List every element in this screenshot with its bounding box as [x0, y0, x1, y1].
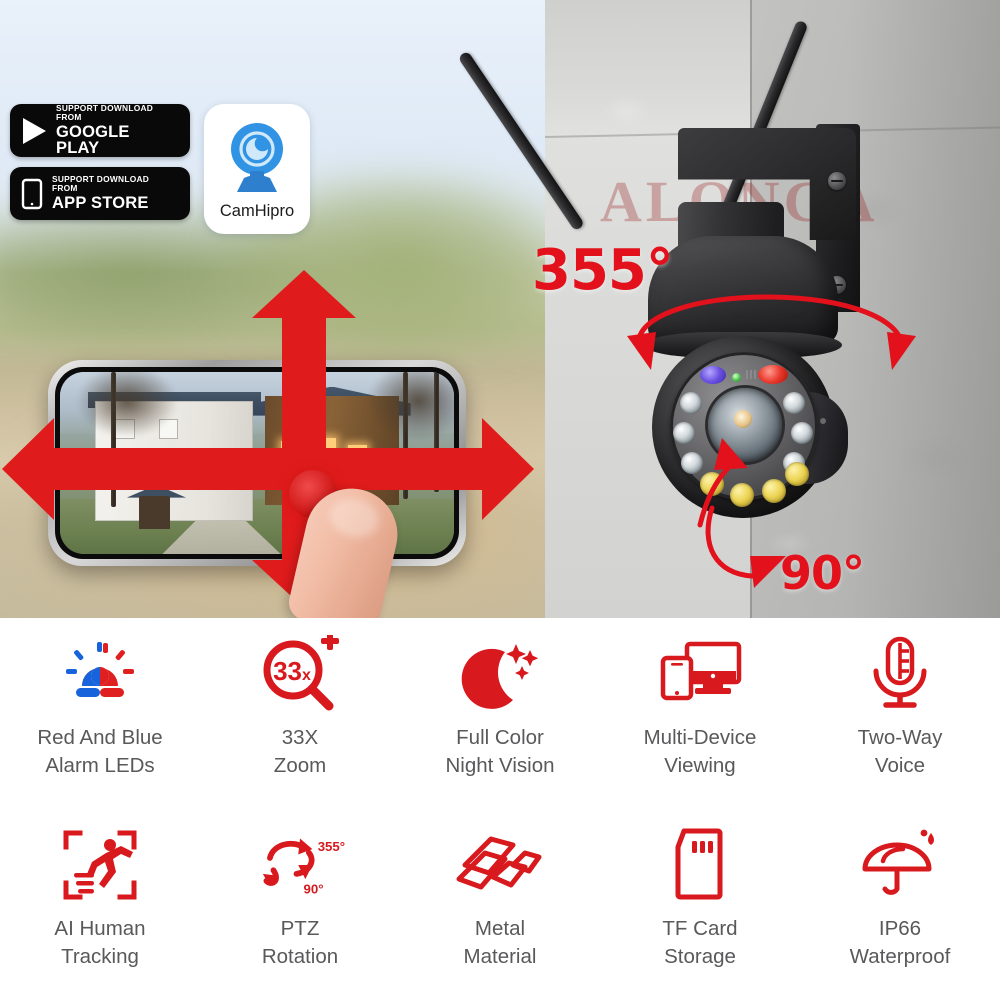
ir-led	[673, 422, 695, 444]
feature-zoom: 33x 33X Zoom	[200, 618, 400, 809]
screen-door	[138, 495, 171, 529]
product-feature-page: ALONGA	[0, 0, 1000, 1000]
zoom-magnifier-33x-icon: 33x	[254, 634, 346, 714]
badge-subtitle: SUPPORT DOWNLOAD FROM	[56, 103, 154, 122]
feature-grid: Red And Blue Alarm LEDs 33x 33X Zoom Ful…	[0, 618, 1000, 1000]
feature-label: 33X Zoom	[273, 726, 327, 778]
warm-light-led	[700, 472, 724, 496]
phone-outline-icon	[20, 178, 44, 210]
feature-alarm-leds: Red And Blue Alarm LEDs	[0, 618, 200, 809]
mount-screw	[828, 172, 846, 190]
feature-label: Multi-Device Viewing	[643, 726, 757, 778]
warm-light-led	[762, 479, 786, 503]
feature-multi-device: Multi-Device Viewing	[600, 618, 800, 809]
feature-label: AI Human Tracking	[54, 917, 146, 969]
feature-label: IP66 Waterproof	[849, 917, 951, 969]
ptz-pan-degree-label: 355°	[318, 839, 345, 854]
ir-led	[783, 392, 805, 414]
moon-stars-icon	[454, 634, 546, 714]
hero-section: ALONGA	[0, 0, 1000, 618]
red-alarm-led-icon	[758, 365, 788, 384]
camera-ball-head	[652, 336, 848, 518]
ptz-tilt-degree-label: 90°	[304, 881, 324, 896]
app-name-label: CamHipro	[219, 201, 295, 220]
microphone-icon	[854, 634, 946, 714]
camera-side-screw	[820, 418, 826, 424]
human-tracking-icon	[54, 825, 146, 905]
feature-human-tracking: AI Human Tracking	[0, 809, 200, 1000]
app-store-badge[interactable]: SUPPORT DOWNLOAD FROM APP STORE	[10, 167, 190, 220]
feature-ptz-rotation: 355° 90° PTZ Rotation	[200, 809, 400, 1000]
metal-bars-icon	[454, 825, 546, 905]
badge-title: GOOGLE PLAY	[56, 122, 130, 158]
camera-lens	[708, 388, 782, 462]
microphone-grille-icon	[746, 370, 758, 379]
tf-card-icon	[654, 825, 746, 905]
badge-title: APP STORE	[52, 194, 149, 213]
warm-light-led	[730, 483, 754, 507]
feature-two-way-voice: Two-Way Voice	[800, 618, 1000, 809]
feature-tf-card: TF Card Storage	[600, 809, 800, 1000]
tilt-degree-label: 90°	[780, 546, 865, 600]
camera-face-ring	[670, 352, 818, 507]
ir-led	[681, 452, 703, 474]
feature-label: PTZ Rotation	[261, 917, 339, 969]
feature-metal-material: Metal Material	[400, 809, 600, 1000]
multi-device-icon	[654, 634, 746, 714]
feature-label: Two-Way Voice	[857, 726, 943, 778]
badge-subtitle: SUPPORT DOWNLOAD FROM	[52, 174, 150, 193]
umbrella-icon	[854, 825, 946, 905]
feature-label: Full Color Night Vision	[445, 726, 555, 778]
ir-led	[680, 392, 702, 414]
ptz-rotation-icon: 355° 90°	[254, 825, 346, 905]
svg-text:33x: 33x	[273, 656, 311, 686]
feature-label: Metal Material	[463, 917, 537, 969]
camhipro-camera-icon	[231, 122, 283, 192]
camera-dome-housing	[648, 236, 838, 344]
ir-led	[791, 422, 813, 444]
feature-label: Red And Blue Alarm LEDs	[37, 726, 163, 778]
play-triangle-icon	[20, 116, 48, 146]
pan-degree-label: 355°	[532, 238, 674, 303]
horizontal-pan-arrow-bar	[28, 448, 508, 490]
warm-light-led	[785, 462, 809, 486]
feature-night-vision: Full Color Night Vision	[400, 618, 600, 809]
status-led-icon	[732, 373, 741, 382]
app-download-badges: SUPPORT DOWNLOAD FROM GOOGLE PLAY SUPPOR…	[10, 104, 190, 230]
alarm-siren-icon	[54, 634, 146, 714]
ptz-camera-product	[457, 19, 930, 560]
camhipro-app-tile[interactable]: CamHipro	[204, 104, 310, 234]
feature-label: TF Card Storage	[662, 917, 738, 969]
feature-waterproof: IP66 Waterproof	[800, 809, 1000, 1000]
blue-alarm-led-icon	[700, 366, 726, 384]
google-play-badge[interactable]: SUPPORT DOWNLOAD FROM GOOGLE PLAY	[10, 104, 190, 157]
